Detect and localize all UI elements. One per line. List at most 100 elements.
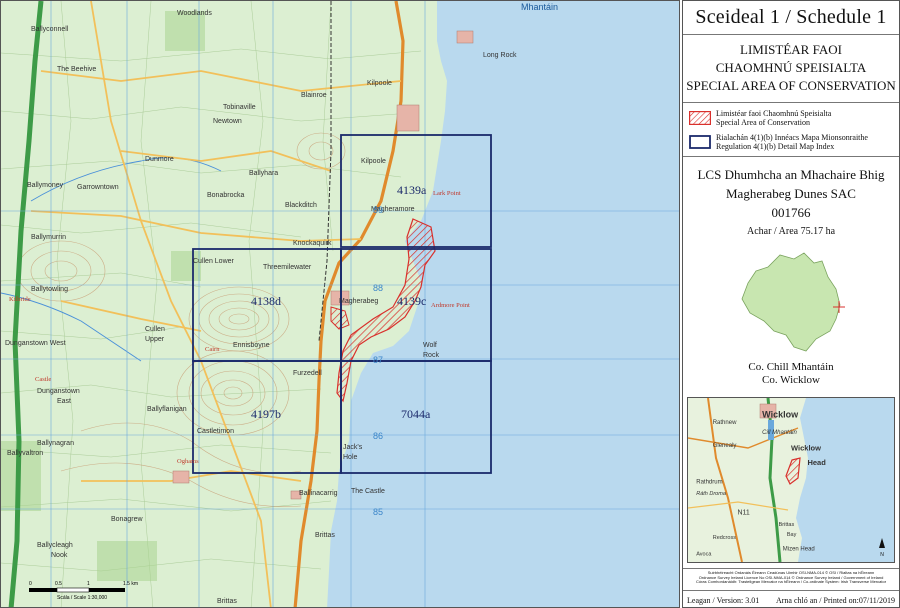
key-row-index: Rialachán 4(1)(b) Innéacs Mapa Mionsonra… [689, 133, 893, 151]
feature-label: Lark Point [433, 190, 461, 197]
tile-label: 4197b [251, 407, 281, 421]
scale-bar-graphic: 0 0.5 1 1.5 km Scála / Scale 1:30,000 [29, 581, 138, 601]
place-label: Wolf [423, 342, 437, 349]
place-label: Dunganstown West [5, 340, 66, 347]
map-area[interactable]: Ballyconnell Woodlands The Beehive Kilpoole… [0, 0, 680, 608]
place-label: Hole [343, 454, 358, 461]
place-label: The Beehive [57, 66, 96, 73]
scale-tick-0: 0 [29, 581, 32, 587]
place-label: Upper [145, 336, 165, 343]
grid-label: 85 [373, 507, 383, 517]
feature-label: Ardmore Point [431, 302, 470, 309]
place-label: Dunganstown [37, 388, 80, 395]
place-label: Dunmore [145, 156, 174, 163]
place-label: Garrowntown [77, 184, 119, 191]
place-label: Ballynagran [37, 440, 74, 447]
key-text-sac: Limistéar faoi Chaomhnú Speisialta Speci… [716, 109, 831, 127]
locator-map-graphic: N Wicklow Cill Mhantáin Wicklow Head Rathnew… [687, 397, 894, 563]
place-label: Bonagrew [111, 516, 143, 523]
grid-label: 87 [373, 355, 383, 365]
site-name-irish: LCS Dhumhcha an Mhachaire Bhig [697, 167, 885, 182]
printed-date: Arna chló an / Printed on:07/11/2019 [775, 595, 895, 605]
place-label: Cullen Lower [193, 258, 235, 265]
schedule-title: Sceideal 1 / Schedule 1 [695, 6, 887, 28]
locator-label: Wicklow [791, 443, 821, 452]
key-sac-en: Special Area of Conservation [716, 118, 810, 127]
legend-panel: Sceideal 1 / Schedule 1 LIMISTÉAR FAOI C… [682, 0, 900, 608]
county-outline-map [741, 252, 845, 352]
version-label: Leagan / Version: 3.01 [687, 595, 760, 605]
place-label: Long Rock [483, 52, 517, 59]
locator-label: Ráth Droma [696, 491, 726, 497]
place-label: Castletimon [197, 428, 234, 435]
place-label: Brittas [315, 532, 335, 539]
feature-label: Castle [35, 376, 51, 383]
place-label: Ballymoney [27, 182, 64, 189]
grid-label: 89 [373, 205, 383, 215]
tile-label: 4139c [397, 294, 426, 308]
place-label: Ennisboyne [233, 342, 270, 349]
svg-text:N: N [880, 552, 884, 558]
locator-map: N Wicklow Cill Mhantáin Wicklow Head Rathnew… [687, 397, 895, 563]
county-irish: Co. Chill Mhantáin [748, 361, 834, 373]
key-index-en: Regulation 4(1)(b) Detail Map Index [716, 142, 835, 151]
place-label: Kilpoole [361, 158, 386, 165]
map-top-label: Mhantáin [521, 2, 558, 12]
place-label: Ballymurrin [31, 234, 66, 241]
site-name-english: Magherabeg Dunes SAC [726, 186, 856, 201]
locator-label: Head [807, 458, 826, 467]
place-label: Ballyconnell [31, 26, 69, 33]
place-label: Rock [423, 352, 439, 359]
locator-label: Glenealy [713, 443, 737, 449]
scale-label: Scála / Scale 1:30,000 [57, 595, 107, 601]
place-label: Nook [51, 552, 68, 559]
key-text-index: Rialachán 4(1)(b) Innéacs Mapa Mionsonra… [716, 133, 868, 151]
place-label: Threemilewater [263, 264, 312, 271]
key-row-sac: Limistéar faoi Chaomhnú Speisialta Speci… [689, 109, 893, 127]
locator-label: Avoca [696, 551, 712, 557]
place-label: Ballytowling [31, 286, 68, 293]
tile-label: 4138d [251, 294, 281, 308]
place-label: Jack's [343, 444, 363, 451]
county-english: Co. Wicklow [761, 374, 821, 386]
sac-hatch-swatch [689, 111, 711, 125]
schedule-title-section: Sceideal 1 / Schedule 1 [683, 1, 899, 35]
place-label: The Castle [351, 488, 385, 495]
place-label: Newtown [213, 118, 242, 125]
scale-tick-3: 1.5 km [123, 581, 138, 587]
place-label: Brittas [217, 598, 237, 605]
place-label: Tobinaville [223, 104, 256, 111]
key-sac-ga: Limistéar faoi Chaomhnú Speisialta [716, 109, 832, 118]
place-label: Ballyhara [249, 170, 278, 177]
scale-tick-1: 0.5 [55, 581, 62, 587]
designation-line-2: CHAOMHNÚ SPEISIALTA [715, 60, 867, 75]
map-key: Limistéar faoi Chaomhnú Speisialta Speci… [683, 103, 899, 157]
key-index-ga: Rialachán 4(1)(b) Innéacs Mapa Mionsonra… [716, 133, 868, 142]
locator-label: Wicklow [762, 410, 799, 420]
site-info-section: LCS Dhumhcha an Mhachaire Bhig Magherabe… [683, 157, 899, 569]
place-label: Woodlands [177, 10, 212, 17]
feature-label: Kilbride [9, 296, 31, 303]
tile-label: 7044a [401, 407, 431, 421]
place-label: East [57, 398, 71, 405]
place-label: Bonabrocka [207, 192, 244, 199]
place-label: Kilpoole [367, 80, 392, 87]
locator-label: Brittas [779, 522, 795, 528]
place-label: Ballycleagh [37, 542, 73, 549]
map-canvas: Ballyconnell Woodlands The Beehive Kilpoole… [1, 1, 679, 607]
feature-label: Oghams [177, 458, 199, 465]
grid-label: 88 [373, 283, 383, 293]
locator-label: Redcross [713, 535, 736, 541]
place-label: Ballinacarrig [299, 490, 338, 497]
locator-label: Mizen Head [783, 547, 815, 553]
index-box-swatch [689, 135, 711, 149]
locator-label: Cill Mhantáin [762, 430, 797, 436]
grid-label: 86 [373, 431, 383, 441]
site-area: Achar / Area 75.17 ha [746, 226, 836, 237]
feature-label: Cairn [205, 346, 220, 353]
designation-line-3: SPECIAL AREA OF CONSERVATION [686, 78, 896, 93]
place-label: Magherabeg [339, 298, 378, 305]
place-label: Furzedell [293, 370, 322, 377]
place-label: Knockaquirk [293, 240, 332, 247]
place-label: Cullen [145, 326, 165, 333]
